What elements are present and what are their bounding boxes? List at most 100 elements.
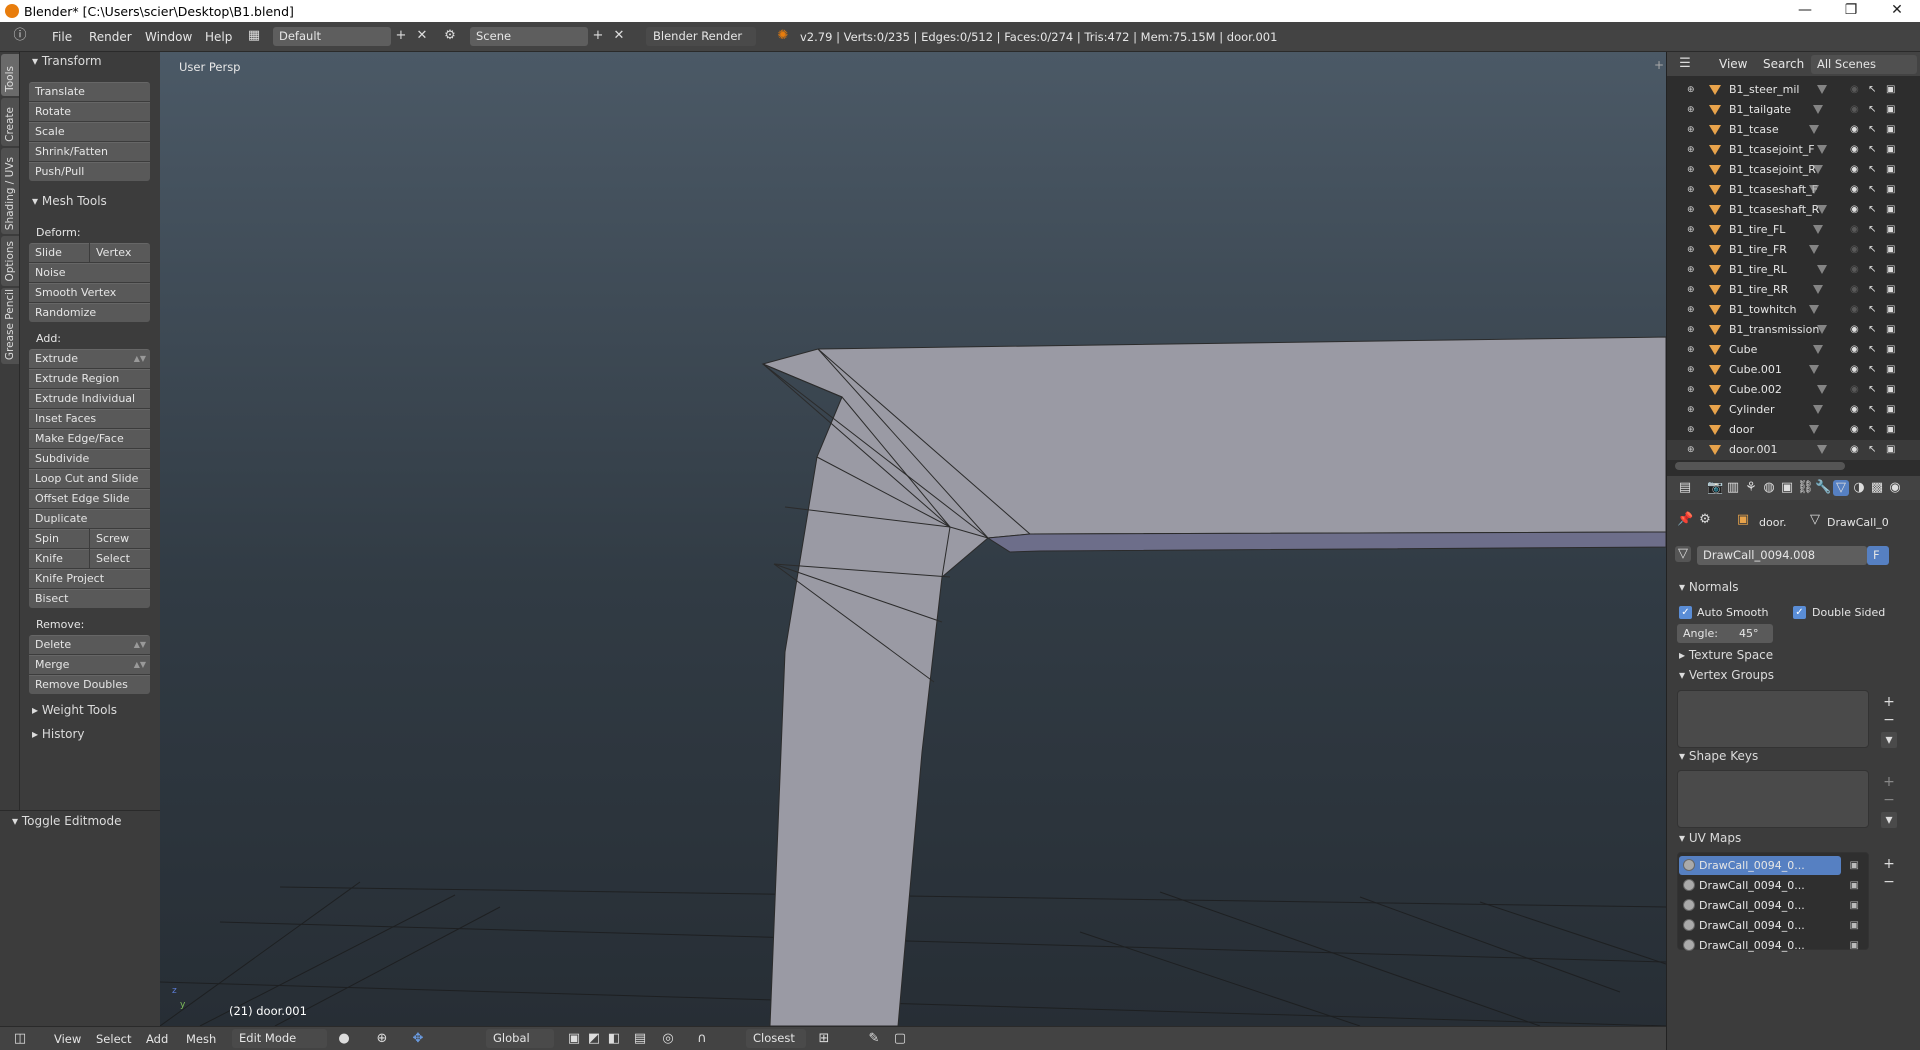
extrude-individual-button[interactable]: Extrude Individual [29, 389, 150, 408]
viewport-expand-icon[interactable]: + [1654, 58, 1664, 72]
eye-icon[interactable]: ◉ [1850, 280, 1859, 300]
vertex-group-specials-button[interactable]: ▾ [1881, 732, 1897, 748]
eye-icon[interactable]: ◉ [1850, 100, 1859, 120]
weight-tools-panel-header[interactable]: ▸ Weight Tools [32, 703, 117, 717]
world-tab-icon[interactable]: ◍ [1761, 480, 1777, 496]
shape-key-specials-button[interactable]: ▾ [1881, 812, 1897, 828]
remove-shape-key-button[interactable]: − [1881, 792, 1897, 808]
uv-map-item[interactable]: DrawCall_0094_0... ▣ [1679, 896, 1859, 915]
expand-icon[interactable]: ⊕ [1687, 440, 1695, 460]
outliner-item[interactable]: ⊕ B1_tire_RL ◉ ↖ ▣ [1667, 260, 1920, 280]
outliner-item-name[interactable]: B1_tcasejoint_R [1729, 160, 1816, 180]
expand-icon[interactable]: ⊕ [1687, 240, 1695, 260]
render-restrict-icon[interactable]: ▣ [1886, 160, 1895, 180]
cursor-restrict-icon[interactable]: ↖ [1868, 180, 1876, 200]
eye-icon[interactable]: ◉ [1850, 360, 1859, 380]
expand-icon[interactable]: ⊕ [1687, 360, 1695, 380]
expand-icon[interactable]: ⊕ [1687, 340, 1695, 360]
outliner-item[interactable]: ⊕ B1_tire_RR ◉ ↖ ▣ [1667, 280, 1920, 300]
remove-uv-map-button[interactable]: − [1881, 874, 1897, 890]
modifiers-tab-icon[interactable]: 🔧 [1815, 480, 1831, 496]
normals-panel-header[interactable]: ▾ Normals [1679, 580, 1739, 594]
expand-icon[interactable]: ⊕ [1687, 200, 1695, 220]
outliner-item-name[interactable]: B1_tcasejoint_F [1729, 140, 1815, 160]
expand-icon[interactable]: ⊕ [1687, 140, 1695, 160]
outliner-item[interactable]: ⊕ B1_tcaseshaft_F ◉ ↖ ▣ [1667, 180, 1920, 200]
editor-type-icon[interactable]: ◫ [12, 1031, 28, 1047]
cursor-restrict-icon[interactable]: ↖ [1868, 80, 1876, 100]
inset-faces-button[interactable]: Inset Faces [29, 409, 150, 428]
shape-keys-list[interactable] [1677, 770, 1869, 828]
camera-icon[interactable]: ▢ [892, 1031, 908, 1047]
info-editor-icon[interactable]: ⓘ [12, 28, 28, 44]
add-shape-key-button[interactable]: + [1881, 774, 1897, 790]
knife-select-button[interactable]: Select [90, 549, 150, 568]
bisect-button[interactable]: Bisect [29, 589, 150, 608]
close-button[interactable]: ✕ [1874, 0, 1920, 22]
material-tab-icon[interactable]: ◑ [1851, 480, 1867, 496]
render-restrict-icon[interactable]: ▣ [1886, 220, 1895, 240]
expand-icon[interactable]: ⊕ [1687, 100, 1695, 120]
rotate-button[interactable]: Rotate [29, 102, 150, 121]
vertex-select-icon[interactable]: ▣ [566, 1031, 582, 1047]
render-restrict-icon[interactable]: ▣ [1886, 340, 1895, 360]
constraints-tab-icon[interactable]: ⛓ [1797, 480, 1814, 496]
outliner-item-name[interactable]: B1_tire_RL [1729, 260, 1787, 280]
render-restrict-icon[interactable]: ▣ [1886, 100, 1895, 120]
mesh-data-tab-icon[interactable]: ▽ [1833, 480, 1849, 496]
eye-icon[interactable]: ◉ [1850, 400, 1859, 420]
pin-icon[interactable]: 📌 [1677, 512, 1693, 528]
offset-edge-slide-button[interactable]: Offset Edge Slide [29, 489, 150, 508]
extrude-region-button[interactable]: Extrude Region [29, 369, 150, 388]
active-render-icon[interactable]: ▣ [1850, 856, 1859, 875]
render-restrict-icon[interactable]: ▣ [1886, 300, 1895, 320]
snap-target-dropdown[interactable]: Closest [746, 1029, 806, 1048]
cursor-restrict-icon[interactable]: ↖ [1868, 400, 1876, 420]
expand-icon[interactable]: ⊕ [1687, 80, 1695, 100]
cursor-restrict-icon[interactable]: ↖ [1868, 300, 1876, 320]
eye-icon[interactable]: ◉ [1850, 140, 1859, 160]
merge-button[interactable]: Merge ▲▼ [29, 655, 150, 674]
eye-icon[interactable]: ◉ [1850, 340, 1859, 360]
edge-select-icon[interactable]: ◩ [586, 1031, 602, 1047]
cursor-restrict-icon[interactable]: ↖ [1868, 280, 1876, 300]
mesh-browse-icon[interactable]: ▽ [1675, 546, 1691, 562]
3d-viewport[interactable]: User Persp z y (21) door.001 + [160, 52, 1666, 1026]
scene-icon[interactable]: ⚙ [442, 28, 458, 44]
cursor-restrict-icon[interactable]: ↖ [1868, 320, 1876, 340]
render-restrict-icon[interactable]: ▣ [1886, 80, 1895, 100]
outliner-item[interactable]: ⊕ Cube.001 ◉ ↖ ▣ [1667, 360, 1920, 380]
manipulator-icon[interactable]: ✥ [410, 1031, 426, 1047]
cursor-restrict-icon[interactable]: ↖ [1868, 420, 1876, 440]
render-restrict-icon[interactable]: ▣ [1886, 140, 1895, 160]
cursor-restrict-icon[interactable]: ↖ [1868, 200, 1876, 220]
outliner-item-name[interactable]: B1_tailgate [1729, 100, 1791, 120]
eye-icon[interactable]: ◉ [1850, 420, 1859, 440]
eye-icon[interactable]: ◉ [1850, 260, 1859, 280]
render-restrict-icon[interactable]: ▣ [1886, 320, 1895, 340]
scene-field[interactable]: Scene [470, 27, 588, 46]
tab-grease-pencil[interactable]: Grease Pencil [1, 288, 19, 364]
render-restrict-icon[interactable]: ▣ [1886, 120, 1895, 140]
uv-map-item[interactable]: DrawCall_0094_0... ▣ [1679, 916, 1859, 935]
shape-keys-panel-header[interactable]: ▾ Shape Keys [1679, 749, 1758, 763]
last-operator-header[interactable]: ▾ Toggle Editmode [12, 814, 122, 828]
extrude-button[interactable]: Extrude ▲▼ [29, 349, 150, 368]
cursor-restrict-icon[interactable]: ↖ [1868, 140, 1876, 160]
double-sided-checkbox[interactable]: ✓ [1793, 606, 1806, 619]
screw-button[interactable]: Screw [90, 529, 150, 548]
randomize-button[interactable]: Randomize [29, 303, 150, 322]
outliner-item-name[interactable]: Cube [1729, 340, 1757, 360]
outliner-item[interactable]: ⊕ B1_tcaseshaft_R ◉ ↖ ▣ [1667, 200, 1920, 220]
render-engine-dropdown[interactable]: Blender Render [646, 27, 756, 46]
snap-option-icon[interactable]: ⊞ [816, 1031, 832, 1047]
outliner-item-name[interactable]: Cylinder [1729, 400, 1775, 420]
history-panel-header[interactable]: ▸ History [32, 727, 85, 741]
texture-space-panel-header[interactable]: ▸ Texture Space [1679, 648, 1773, 662]
render-restrict-icon[interactable]: ▣ [1886, 420, 1895, 440]
uv-map-name[interactable]: DrawCall_0094_0... [1699, 899, 1805, 912]
spin-button[interactable]: Spin [29, 529, 89, 548]
eye-icon[interactable]: ◉ [1850, 120, 1859, 140]
add-scene-icon[interactable]: + [590, 28, 606, 44]
cursor-restrict-icon[interactable]: ↖ [1868, 240, 1876, 260]
